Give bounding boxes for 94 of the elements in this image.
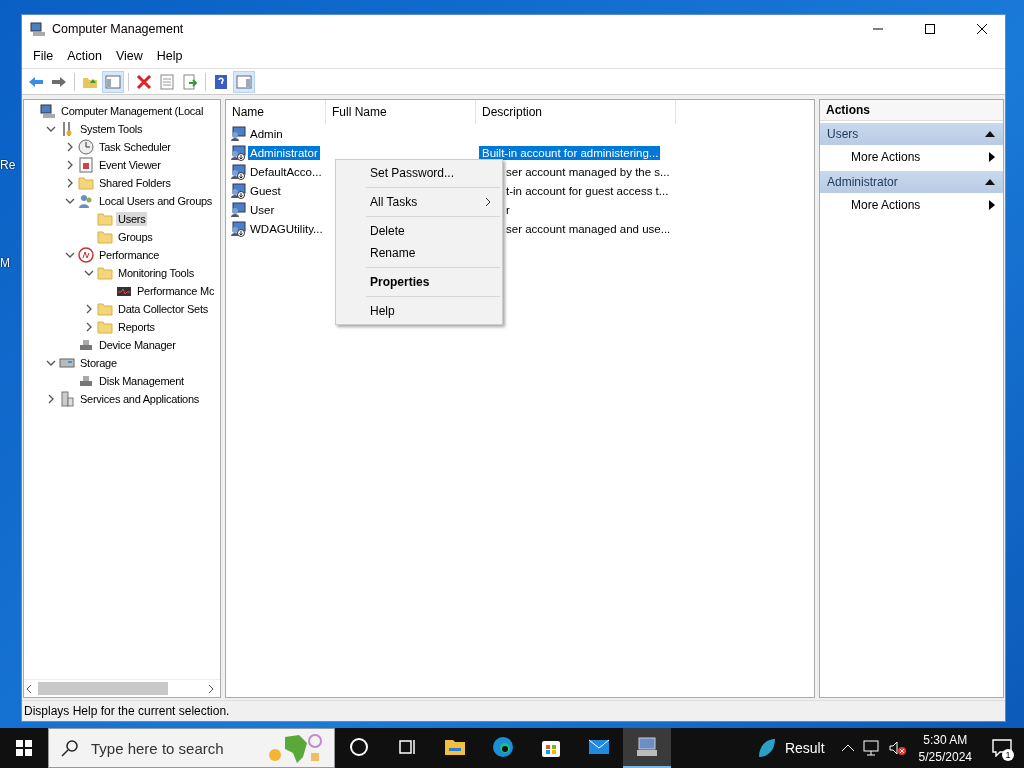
taskbar-app[interactable] — [623, 728, 671, 768]
computer-icon — [635, 735, 659, 759]
panel-icon — [236, 73, 252, 90]
circle-icon — [347, 735, 371, 759]
section-header[interactable]: Administrator — [820, 171, 1003, 193]
table-cell-text: ser account managed by the s... — [505, 164, 671, 179]
export-icon — [182, 73, 198, 90]
action-link[interactable]: More Actions — [820, 145, 1003, 169]
notification-icon — [992, 739, 1012, 757]
clock-button[interactable]: 5:30 AM 5/25/2024 — [910, 728, 980, 768]
weather-widget[interactable]: Result — [744, 728, 837, 768]
help-icon — [213, 73, 229, 90]
list-item[interactable]: Admin — [248, 126, 285, 141]
search-bar[interactable]: Type here to search — [48, 728, 335, 768]
close-icon — [977, 24, 987, 34]
folder-icon — [97, 265, 113, 281]
network-icon — [862, 740, 881, 756]
menu-item[interactable]: Help — [149, 48, 190, 63]
column-header[interactable]: Name — [226, 100, 326, 124]
tree-item[interactable]: System Tools — [78, 122, 145, 136]
users-icon — [78, 193, 94, 209]
table-cell-text: ser account managed and use... — [505, 221, 672, 236]
panel-icon — [105, 73, 121, 90]
tree-item[interactable]: Storage — [78, 356, 119, 370]
windows-logo-icon — [16, 740, 32, 756]
tree-item[interactable]: Task Scheduler — [97, 140, 173, 154]
menu-item[interactable]: Action — [60, 48, 109, 63]
status-text: Displays Help for the current selection. — [22, 700, 1005, 721]
device-icon — [78, 337, 94, 353]
desktop-icon-label: M — [0, 256, 10, 270]
computer-icon — [40, 103, 56, 119]
maximize-icon — [925, 24, 935, 34]
tree-item[interactable]: Data Collector Sets — [116, 302, 210, 316]
tree-item[interactable]: Shared Folders — [97, 176, 173, 190]
tree-item[interactable]: Reports — [116, 320, 157, 334]
tree-item[interactable]: Groups — [116, 230, 155, 244]
tree-item[interactable]: Event Viewer — [97, 158, 163, 172]
menu-item[interactable]: File — [26, 48, 61, 63]
tree-item[interactable]: Local Users and Groups — [97, 194, 215, 208]
volume-muted-icon — [888, 740, 907, 756]
browser-icon — [491, 735, 515, 759]
tree-item[interactable]: Disk Management — [97, 374, 186, 388]
tree-item[interactable]: Monitoring Tools — [116, 266, 196, 280]
column-header[interactable]: Description — [476, 100, 676, 124]
column-header[interactable]: Full Name — [326, 100, 476, 124]
menu-item[interactable]: Properties — [336, 271, 502, 293]
desktop-icon-label: Re — [0, 158, 16, 172]
notification-count: 1 — [1002, 749, 1014, 761]
menu-item[interactable]: Set Password... — [336, 162, 502, 184]
menu-item[interactable]: All Tasks — [336, 191, 502, 213]
table-cell-text: r — [505, 202, 511, 217]
search-field[interactable]: Type here to search — [89, 738, 253, 758]
window-title: Computer Management — [52, 22, 185, 36]
panel-title: Actions — [820, 100, 1003, 121]
arrow-right-icon — [989, 152, 995, 162]
gauge-icon — [78, 247, 94, 263]
menu-item[interactable]: Delete — [336, 220, 502, 242]
search-icon — [61, 739, 79, 757]
list-item[interactable]: User — [248, 202, 277, 217]
leaf-icon — [756, 737, 777, 759]
folder-icon — [78, 175, 94, 191]
delete-icon — [136, 73, 152, 90]
menu-item[interactable]: Help — [336, 300, 502, 322]
table-cell-text: t-in account for guest access t... — [505, 183, 670, 198]
folder-icon — [97, 229, 113, 245]
folder-icon — [97, 319, 113, 335]
time-text: 5:30 AM — [923, 732, 968, 747]
tree-item[interactable]: Services and Applications — [78, 392, 202, 406]
folder-icon — [97, 301, 113, 317]
menu-item[interactable]: Rename — [336, 242, 502, 264]
folder-icon — [97, 211, 113, 227]
computer-icon — [30, 21, 46, 37]
chevron-up-icon — [840, 743, 855, 753]
tree-item[interactable]: Performance — [97, 248, 162, 262]
scroll-right-icon — [206, 683, 216, 694]
properties-icon — [159, 73, 175, 90]
action-link[interactable]: More Actions — [820, 193, 1003, 217]
section-header[interactable]: Users — [820, 123, 1003, 145]
notification-button[interactable]: 1 — [980, 728, 1024, 768]
horizontal-scrollbar[interactable] — [24, 679, 220, 697]
clock-icon — [78, 139, 94, 155]
tree-item[interactable]: Performance Mc — [135, 284, 217, 298]
submenu-chevron-icon — [484, 197, 492, 207]
tree-item[interactable]: Users — [116, 212, 148, 226]
arrow-right-icon — [989, 200, 995, 210]
device-icon — [78, 373, 94, 389]
services-icon — [59, 391, 75, 407]
tree-item[interactable]: Device Manager — [97, 338, 178, 352]
date-text: 5/25/2024 — [918, 749, 972, 764]
menu-item[interactable]: View — [108, 48, 150, 63]
table-cell: Built-in account for administering... — [479, 145, 661, 160]
log-icon — [78, 157, 94, 173]
scroll-left-icon — [24, 683, 34, 694]
tree-item[interactable]: Computer Management (Local — [59, 104, 206, 118]
